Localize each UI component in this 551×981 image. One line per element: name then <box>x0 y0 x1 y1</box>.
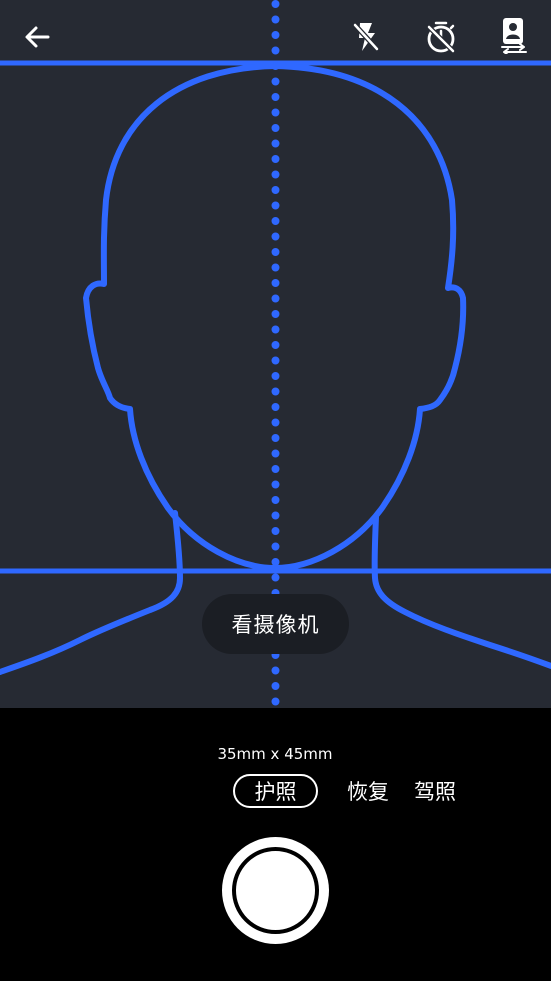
back-button[interactable] <box>15 15 59 59</box>
shutter-button[interactable] <box>222 837 329 944</box>
mode-tab-resume[interactable]: 恢复 <box>340 774 396 808</box>
switch-camera-button[interactable] <box>492 13 536 57</box>
mode-tab-label: 恢复 <box>347 780 389 804</box>
flash-toggle-button[interactable] <box>344 15 388 59</box>
camera-viewfinder: 看摄像机 <box>0 0 551 708</box>
timer-off-icon <box>426 21 456 54</box>
mode-tab-passport[interactable]: 护照 <box>233 774 318 808</box>
shutter-inner-ring <box>232 847 319 934</box>
photo-size-label: 35mm x 45mm <box>217 745 333 763</box>
look-at-camera-hint: 看摄像机 <box>202 594 349 654</box>
timer-toggle-button[interactable] <box>419 15 463 59</box>
camera-screen: 看摄像机 35mm x 45mm 护照 恢复 驾照 <box>0 0 551 981</box>
mode-tab-driver-license[interactable]: 驾照 <box>407 774 463 808</box>
camera-controls: 35mm x 45mm 护照 恢复 驾照 <box>0 708 551 981</box>
mode-tab-label: 护照 <box>254 780 297 804</box>
flash-off-icon <box>353 23 379 51</box>
arrow-left-icon <box>25 26 50 48</box>
switch-camera-icon <box>501 18 527 54</box>
right-shoulder-outline <box>371 514 551 669</box>
mode-tab-label: 驾照 <box>414 780 456 804</box>
left-shoulder-outline <box>0 510 184 675</box>
